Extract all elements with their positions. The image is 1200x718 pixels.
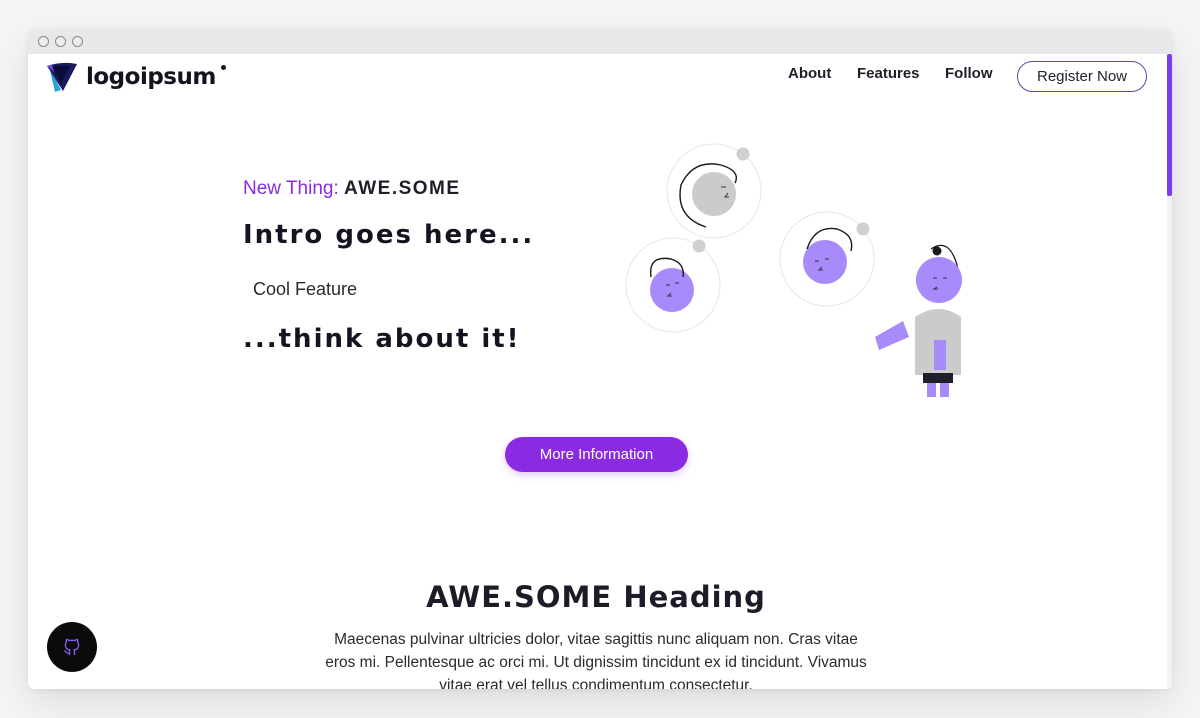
section-heading: AWE.SOME Heading <box>426 580 766 614</box>
nav-features-link[interactable]: Features <box>857 65 920 82</box>
hero-kicker: New Thing: AWE.SOME <box>243 178 461 200</box>
bubble-top <box>666 143 762 239</box>
register-now-button[interactable]: Register Now <box>1017 61 1147 92</box>
window-titlebar <box>28 29 1172 54</box>
hero-kicker-lead: New Thing: <box>243 178 339 199</box>
logo-mark-icon <box>47 62 77 92</box>
hero-intro: Intro goes here... <box>243 220 535 250</box>
hero-feature: Cool Feature <box>253 279 358 299</box>
site-logo[interactable]: logoipsum <box>46 60 226 94</box>
window-close-button[interactable] <box>38 36 49 47</box>
scrollbar-thumb[interactable] <box>1167 54 1172 196</box>
github-button[interactable] <box>47 622 97 672</box>
nav-follow-link[interactable]: Follow <box>945 65 993 82</box>
logo-dot <box>221 65 226 70</box>
hero-illustration <box>625 143 962 397</box>
bubble-right <box>779 211 875 307</box>
more-information-button[interactable]: More Information <box>505 437 688 472</box>
section-paragraph: Maecenas pulvinar ultricies dolor, vitae… <box>325 631 867 689</box>
person-figure <box>875 244 962 397</box>
hero-kicker-bold: AWE.SOME <box>344 178 461 199</box>
browser-window: logoipsum About Features Follow Register… <box>28 29 1172 689</box>
logo-text: logoipsum <box>86 64 216 90</box>
window-minimize-button[interactable] <box>55 36 66 47</box>
github-icon <box>63 638 80 656</box>
window-maximize-button[interactable] <box>72 36 83 47</box>
nav-about-link[interactable]: About <box>788 65 831 82</box>
bubble-left <box>625 237 721 333</box>
hero-closing: ...think about it! <box>243 324 521 354</box>
